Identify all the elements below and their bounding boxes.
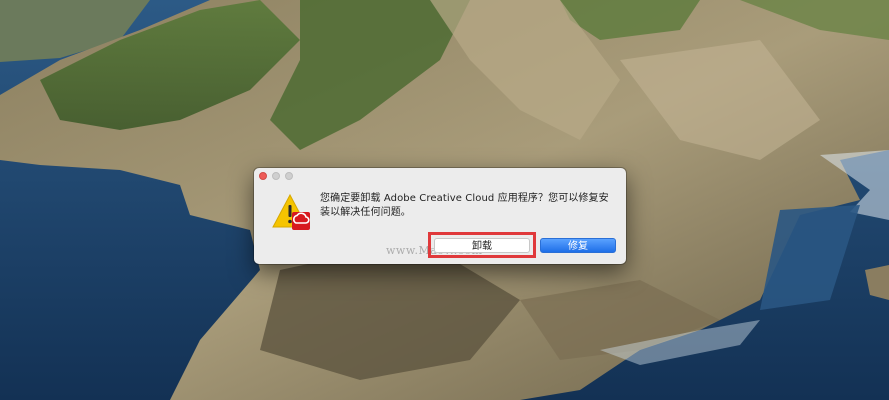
highlight-box xyxy=(428,232,536,258)
uninstall-alert-dialog: 您确定要卸载 Adobe Creative Cloud 应用程序？您可以修复安装… xyxy=(254,168,626,264)
zoom-button[interactable] xyxy=(285,172,293,180)
alert-message: 您确定要卸载 Adobe Creative Cloud 应用程序？您可以修复安装… xyxy=(320,193,609,218)
minimize-button[interactable] xyxy=(272,172,280,180)
warning-triangle-icon xyxy=(272,193,310,230)
repair-button[interactable]: 修复 xyxy=(540,238,616,253)
close-button[interactable] xyxy=(259,172,267,180)
adobe-creative-cloud-icon xyxy=(292,212,310,230)
window-controls xyxy=(259,172,293,180)
